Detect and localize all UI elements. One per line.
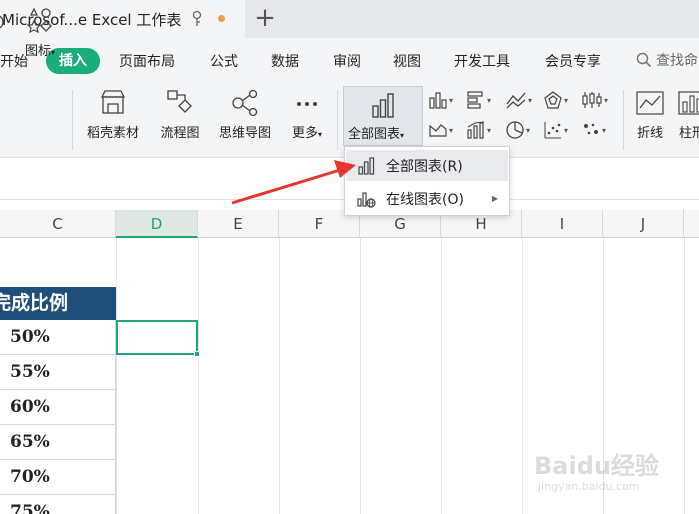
pie-chart-dropdown[interactable]: ▾ xyxy=(505,120,530,140)
title-bar: Microsof...e Excel 工作表 + xyxy=(0,0,699,38)
menu-view[interactable]: 视图 xyxy=(393,51,421,71)
flowchart-label: 流程图 xyxy=(160,126,200,141)
baidu-jingyan-watermark: Baidu经验 jingyan.baidu.com xyxy=(534,438,664,498)
sparkline-column-label: 柱形 xyxy=(678,126,699,141)
area-chart-icon xyxy=(429,124,447,137)
watermark-text: Baidu经验 xyxy=(534,452,659,480)
mindmap-label: 思维导图 xyxy=(218,126,271,141)
grid-line xyxy=(522,238,523,514)
search-command[interactable]: 查找命 xyxy=(636,50,698,70)
flowchart-button[interactable]: 流程图 xyxy=(152,86,208,150)
table-cell[interactable]: 50% xyxy=(0,320,116,355)
bar-chart-icon xyxy=(372,93,394,118)
grid-line xyxy=(441,238,442,514)
online-chart-icon xyxy=(357,191,376,208)
all-charts-button[interactable]: 全部图表▾ xyxy=(343,86,423,146)
menu-bar: 开始 插入 页面布局 公式 数据 审阅 视图 开发工具 会员专享 查找命 xyxy=(0,38,699,82)
bar-chart-icon xyxy=(358,156,375,175)
line-chart-icon xyxy=(506,92,526,109)
menu-membership[interactable]: 会员专享 xyxy=(545,51,601,71)
docer-material-label: 稻壳素材 xyxy=(86,126,139,141)
menu-data[interactable]: 数据 xyxy=(271,51,299,71)
line-chart-dropdown[interactable]: ▾ xyxy=(505,90,532,110)
menu-all-charts[interactable]: 全部图表(R) xyxy=(346,150,508,181)
table-cell[interactable]: 70% xyxy=(0,460,116,495)
radar-chart-icon xyxy=(544,91,562,109)
combo-chart-icon xyxy=(467,121,485,139)
all-charts-label: 全部图表▾ xyxy=(348,127,405,142)
sparkline-line-icon xyxy=(636,91,664,115)
selected-cell-d[interactable] xyxy=(116,320,200,357)
table-cell[interactable]: 55% xyxy=(0,355,116,390)
ribbon-divider xyxy=(623,90,624,150)
mindmap-icon xyxy=(232,89,258,117)
area-chart-dropdown[interactable]: ▾ xyxy=(428,120,453,140)
icons-icon xyxy=(26,7,52,34)
sparkline-line-label: 折线 xyxy=(636,126,663,141)
menu-developer[interactable]: 开发工具 xyxy=(454,51,510,71)
table-cell[interactable]: 60% xyxy=(0,390,116,425)
column-header-e[interactable]: E xyxy=(198,210,279,238)
pie-chart-icon xyxy=(506,121,524,139)
search-label: 查找命 xyxy=(656,53,698,69)
column-header-c[interactable]: C xyxy=(0,210,116,238)
grid-line xyxy=(116,238,117,514)
store-icon xyxy=(100,90,126,114)
unsaved-indicator-dot xyxy=(218,15,225,22)
column-header-i[interactable]: I xyxy=(522,210,603,238)
grid-line xyxy=(279,238,280,514)
more-button[interactable]: 更多▾ xyxy=(283,86,331,150)
scatter-chart-dropdown[interactable]: ▾ xyxy=(543,120,568,140)
grid-line xyxy=(684,238,685,514)
key-icon[interactable] xyxy=(190,10,204,28)
grid-line xyxy=(198,238,199,514)
column-header-d[interactable]: D xyxy=(116,210,198,238)
menu-page-layout[interactable]: 页面布局 xyxy=(119,51,175,71)
sparkline-column-icon xyxy=(678,91,699,115)
combo-chart-dropdown[interactable]: ▾ xyxy=(466,120,491,140)
shapes-button[interactable] xyxy=(0,4,6,68)
mindmap-button[interactable]: 思维导图 xyxy=(212,86,278,150)
more-label: 更多▾ xyxy=(291,126,323,141)
bubble-chart-dropdown[interactable]: ▾ xyxy=(581,120,606,140)
fill-handle[interactable] xyxy=(194,351,200,357)
menu-formulas[interactable]: 公式 xyxy=(210,51,238,71)
stock-chart-icon xyxy=(582,92,602,108)
icon-library-label: 图标▾ xyxy=(24,44,56,59)
column-header-j[interactable]: J xyxy=(603,210,684,238)
menu-all-charts-label: 全部图表(R) xyxy=(386,158,463,175)
stock-chart-dropdown[interactable]: ▾ xyxy=(581,90,608,110)
table-header-cell[interactable]: 完成比例 xyxy=(0,287,116,320)
watermark-url: jingyan.baidu.com xyxy=(538,480,640,493)
scatter-chart-icon xyxy=(544,122,561,139)
column-chart-dropdown[interactable]: ▾ xyxy=(428,90,453,110)
column-chart-icon xyxy=(429,92,447,109)
all-charts-dropdown: 全部图表(R) 在线图表(O) ▶ xyxy=(344,146,510,216)
ribbon-divider xyxy=(72,90,73,150)
menu-online-charts-label: 在线图表(O) xyxy=(386,191,464,208)
menu-review[interactable]: 审阅 xyxy=(333,51,361,71)
flowchart-icon xyxy=(167,90,192,113)
more-dots-icon xyxy=(297,102,317,106)
search-icon xyxy=(636,52,652,68)
menu-online-charts[interactable]: 在线图表(O) ▶ xyxy=(346,183,508,214)
bar-chart-dropdown[interactable]: ▾ xyxy=(466,90,491,110)
new-tab-button[interactable]: + xyxy=(252,4,278,32)
docer-material-button[interactable]: 稻壳素材 xyxy=(80,86,146,150)
horizontal-bar-icon xyxy=(467,91,483,109)
table-cell[interactable]: 75% xyxy=(0,495,116,514)
bubble-chart-icon xyxy=(584,123,598,135)
radar-chart-dropdown[interactable]: ▾ xyxy=(543,90,568,110)
icon-library-button[interactable]: 图标▾ xyxy=(18,4,62,68)
table-cell[interactable]: 65% xyxy=(0,425,116,460)
submenu-arrow-icon: ▶ xyxy=(491,194,498,203)
sparkline-line-button[interactable]: 折线 xyxy=(630,86,670,150)
sparkline-column-button[interactable]: 柱形 xyxy=(672,86,699,150)
grid-line xyxy=(360,238,361,514)
ribbon-divider xyxy=(337,90,338,150)
